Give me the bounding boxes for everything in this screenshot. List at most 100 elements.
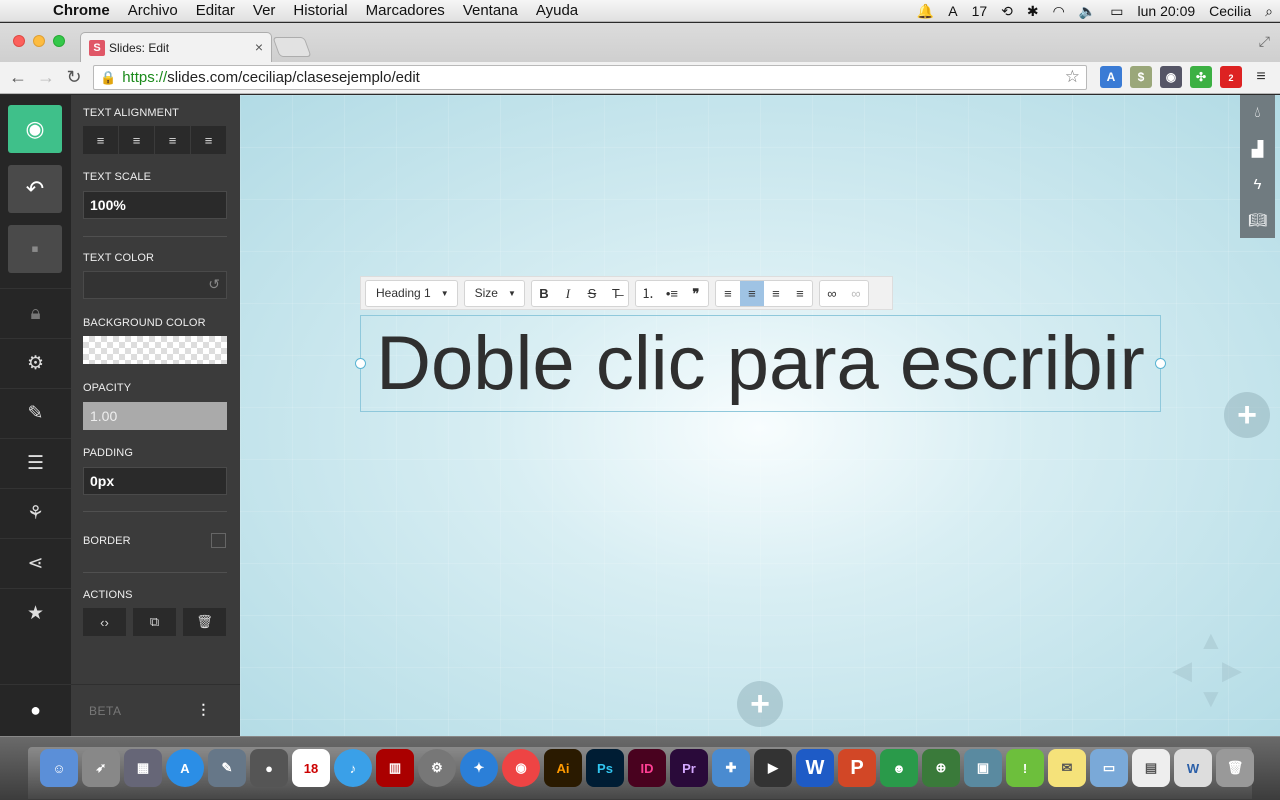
style-brush-icon[interactable]: ✎ [0, 388, 71, 438]
delete-trash-icon[interactable]: 🗑︎ [183, 608, 226, 636]
wifi-icon[interactable]: ◠ [1046, 3, 1072, 20]
calendar-icon[interactable]: 18 [292, 749, 330, 787]
minimize-window-button[interactable] [33, 35, 45, 47]
stickies-icon[interactable]: ✉ [1048, 749, 1086, 787]
lock-icon[interactable]: 🔒︎ [0, 288, 71, 338]
link-icon[interactable]: ∞ [820, 281, 844, 306]
facetime-icon[interactable]: ● [250, 749, 288, 787]
close-window-button[interactable] [13, 35, 25, 47]
fullscreen-icon[interactable]: ⤢ [1259, 33, 1270, 50]
photoshop-icon[interactable]: Ps [586, 749, 624, 787]
italic-icon[interactable]: I [556, 281, 580, 306]
close-tab-icon[interactable]: × [255, 39, 263, 55]
padding-input[interactable]: 0px [83, 467, 227, 495]
align-center-icon[interactable]: ≡ [119, 126, 155, 154]
network-icon[interactable]: ⊕ [922, 749, 960, 787]
launchpad-icon[interactable]: ➶ [82, 749, 120, 787]
slide-canvas[interactable]: 💧︎ ▟ ϟ 📖︎ Heading 1 ▼ Size ▼ B I S T̶ ⒈ •≡… [240, 95, 1280, 736]
blockquote-icon[interactable]: ❞ [684, 281, 708, 306]
nav-right-icon[interactable]: ▶ [1222, 655, 1242, 686]
notification-icon[interactable]: 🔔 [910, 3, 941, 20]
indesign-icon[interactable]: ID [628, 749, 666, 787]
reload-icon[interactable]: ↻ [60, 67, 88, 88]
tab-slides-edit[interactable]: S Slides: Edit × [80, 32, 272, 62]
strikethrough-icon[interactable]: S [580, 281, 604, 306]
lightning-icon[interactable]: ϟ [1240, 167, 1275, 203]
bold-icon[interactable]: B [532, 281, 556, 306]
import-tree-icon[interactable]: ⚘ [0, 488, 71, 538]
heading-dropdown[interactable]: Heading 1 ▼ [365, 279, 458, 307]
photo-booth-icon[interactable]: ▥ [376, 749, 414, 787]
slide-text-box[interactable]: Doble clic para escribir [360, 315, 1161, 412]
adjust-sliders-icon[interactable]: ⫶ [201, 701, 206, 722]
background-color-picker[interactable] [83, 336, 227, 364]
zoom-window-button[interactable] [53, 35, 65, 47]
align-right-icon[interactable]: ≡ [764, 281, 788, 306]
size-dropdown[interactable]: Size ▼ [463, 279, 525, 307]
final-cut-icon[interactable]: ▶ [754, 749, 792, 787]
menu-historial[interactable]: Historial [284, 2, 356, 19]
menu-ventana[interactable]: Ventana [454, 2, 527, 19]
finder-icon[interactable]: ☺ [40, 749, 78, 787]
new-tab-button[interactable] [272, 37, 312, 57]
spotlight-icon[interactable]: ⌕ [1258, 3, 1280, 20]
safari-icon[interactable]: ✦ [460, 749, 498, 787]
messenger-icon[interactable]: ☻ [880, 749, 918, 787]
time-machine-icon[interactable]: ⟲ [994, 3, 1020, 20]
system-preferences-icon[interactable]: ⚙ [418, 749, 456, 787]
layers-icon[interactable]: ☰ [0, 438, 71, 488]
evernote-extension-icon[interactable]: ✣ [1190, 66, 1212, 88]
nav-left-icon[interactable]: ◀ [1172, 655, 1192, 686]
settings-gear-icon[interactable]: ⚙ [0, 338, 71, 388]
adobe-icon[interactable]: A [941, 3, 964, 19]
ordered-list-icon[interactable]: ⒈ [636, 281, 660, 306]
align-right-icon[interactable]: ≡ [155, 126, 191, 154]
user-name[interactable]: Cecilia [1202, 3, 1258, 19]
preview-icon[interactable]: ✎ [208, 749, 246, 787]
border-checkbox[interactable] [211, 533, 226, 548]
powerpoint-icon[interactable]: P [838, 749, 876, 787]
adblock-extension-icon[interactable]: 2 [1220, 66, 1242, 88]
menu-marcadores[interactable]: Marcadores [357, 2, 454, 19]
resize-handle-left[interactable] [355, 358, 366, 369]
preview-eye-icon[interactable]: ◉ [8, 105, 62, 153]
word-icon[interactable]: W [796, 749, 834, 787]
clock[interactable]: lun 20:09 [1131, 3, 1203, 19]
chart-icon[interactable]: ▟ [1240, 131, 1275, 167]
camera-extension-icon[interactable]: ◉ [1160, 66, 1182, 88]
dashboard-icon[interactable]: ✚ [712, 749, 750, 787]
menu-ver[interactable]: Ver [244, 2, 285, 19]
bullet-list-icon[interactable]: •≡ [660, 281, 684, 306]
menu-editar[interactable]: Editar [187, 2, 244, 19]
reset-color-icon[interactable]: ↺ [208, 276, 220, 293]
money-extension-icon[interactable]: $ [1130, 66, 1152, 88]
downloads-icon[interactable]: W [1174, 749, 1212, 787]
save-disk-icon[interactable]: ▪ [8, 225, 62, 273]
align-left-icon[interactable]: ≡ [83, 126, 119, 154]
duplicate-icon[interactable]: ⧉ [133, 608, 176, 636]
bluetooth-icon[interactable]: ✱ [1020, 3, 1046, 20]
app-store-icon[interactable]: A [166, 749, 204, 787]
address-bar[interactable]: 🔒 https:// slides.com/ceciliap/claseseje… [93, 65, 1087, 90]
slide-heading-text[interactable]: Doble clic para escribir [376, 320, 1145, 407]
clear-format-icon[interactable]: T̶ [604, 281, 628, 306]
illustrator-icon[interactable]: Ai [544, 749, 582, 787]
star-icon[interactable]: ★ [0, 588, 71, 638]
opacity-input[interactable]: 1.00 [83, 402, 227, 430]
resize-handle-right[interactable] [1155, 358, 1166, 369]
back-icon[interactable]: ← [4, 67, 32, 88]
text-scale-input[interactable]: 100% [83, 191, 227, 219]
menu-app-name[interactable]: Chrome [44, 2, 119, 19]
documents-icon[interactable]: ▤ [1132, 749, 1170, 787]
volume-icon[interactable]: 🔈 [1072, 3, 1103, 20]
nav-up-icon[interactable]: ▲ [1198, 625, 1224, 656]
share-icon[interactable]: ⋖ [0, 538, 71, 588]
battery-icon[interactable]: ▭ [1103, 3, 1130, 20]
applications-folder-icon[interactable]: ▭ [1090, 749, 1128, 787]
unlink-icon[interactable]: ∞ [844, 281, 868, 306]
book-icon[interactable]: 📖︎ [1240, 202, 1275, 238]
edit-html-icon[interactable]: ‹› [83, 608, 126, 636]
chrome-icon[interactable]: ◉ [502, 749, 540, 787]
add-slide-below-icon[interactable]: + [737, 681, 783, 727]
forward-icon[interactable]: → [32, 67, 60, 88]
